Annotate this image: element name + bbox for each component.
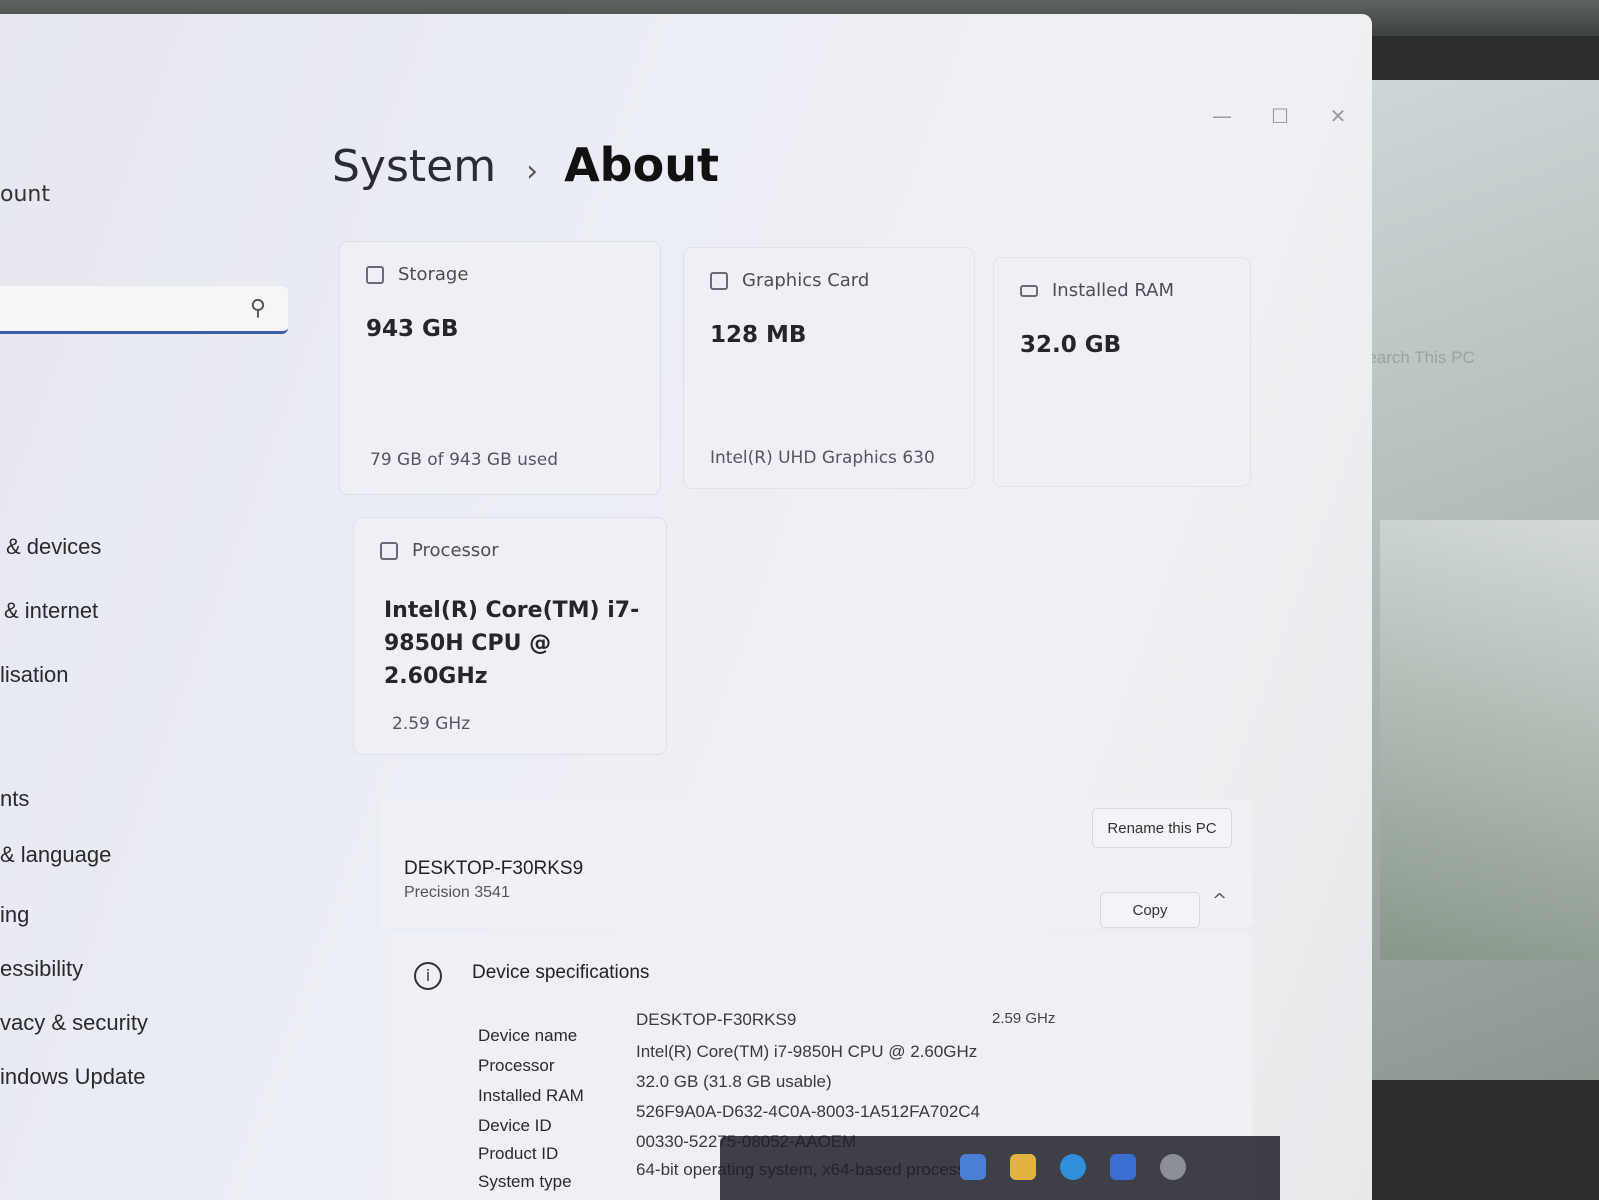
spec-label-installed-ram: Installed RAM xyxy=(478,1086,584,1105)
settings-window: — ☐ ✕ ount ⚲ & devices & internet lisati… xyxy=(0,14,1372,1200)
spec-value-processor: Intel(R) Core(TM) i7-9850H CPU @ 2.60GHz xyxy=(636,1042,978,1061)
desktop-wallpaper xyxy=(1380,520,1599,960)
storage-tile-header: Storage xyxy=(366,264,468,285)
close-button[interactable]: ✕ xyxy=(1318,104,1358,128)
memory-icon xyxy=(1020,284,1038,297)
info-icon: i xyxy=(414,962,442,990)
spec-label-device-name: Device name xyxy=(478,1026,578,1045)
sidebar-item-devices[interactable]: & devices xyxy=(6,534,101,560)
copy-button[interactable]: Copy xyxy=(1100,892,1200,928)
sidebar-item-time-language[interactable]: & language xyxy=(0,842,111,868)
spec-label-processor: Processor xyxy=(478,1056,555,1075)
graphics-model: Intel(R) UHD Graphics 630 xyxy=(710,448,935,468)
graphics-tile: Graphics Card 128 MB Intel(R) UHD Graphi… xyxy=(684,248,974,488)
graphics-value: 128 MB xyxy=(710,322,807,348)
storage-icon xyxy=(366,265,384,284)
minimize-button[interactable]: — xyxy=(1202,104,1242,128)
rename-pc-button[interactable]: Rename this PC xyxy=(1092,808,1232,848)
monitor-icon xyxy=(710,271,728,290)
edge-icon[interactable] xyxy=(1060,1154,1086,1180)
sidebar-item-personalisation[interactable]: lisation xyxy=(0,662,68,688)
device-name: DESKTOP-F30RKS9 xyxy=(404,858,584,879)
storage-usage: 79 GB of 943 GB used xyxy=(370,450,559,470)
ram-tile-header: Installed RAM xyxy=(1020,280,1174,301)
breadcrumb: System › About xyxy=(332,138,719,192)
processor-tile: Processor Intel(R) Core(TM) i7-9850H CPU… xyxy=(354,518,666,754)
taskbar xyxy=(720,1136,1280,1200)
spec-value-installed-ram: 32.0 GB (31.8 GB usable) xyxy=(636,1072,832,1091)
processor-value: Intel(R) Core(TM) i7-9850H CPU @ 2.60GHz xyxy=(384,598,640,689)
sidebar-item-accessibility[interactable]: essibility xyxy=(0,956,83,982)
store-icon[interactable] xyxy=(1110,1154,1136,1180)
sidebar-item-gaming[interactable]: ing xyxy=(0,902,29,928)
ram-tile: Installed RAM 32.0 GB xyxy=(994,258,1250,486)
spec-value-device-id: 526F9A0A-D632-4C0A-8003-1A512FA702C4 xyxy=(636,1102,981,1121)
settings-search-box[interactable]: ⚲ xyxy=(0,286,288,334)
spec-label-device-id: Device ID xyxy=(478,1116,552,1135)
search-input[interactable] xyxy=(0,286,230,330)
page-title: About xyxy=(564,138,719,192)
graphics-label: Graphics Card xyxy=(742,270,870,291)
breadcrumb-system[interactable]: System xyxy=(332,141,496,192)
storage-tile: Storage 943 GB 79 GB of 943 GB used xyxy=(340,242,660,494)
device-model: Precision 3541 xyxy=(404,884,510,901)
maximize-button[interactable]: ☐ xyxy=(1260,104,1300,128)
sidebar-item-network[interactable]: & internet xyxy=(4,598,98,624)
cpu-icon xyxy=(380,541,398,560)
chevron-right-icon: › xyxy=(526,154,539,189)
sidebar-item-accounts[interactable]: nts xyxy=(0,786,29,812)
graphics-tile-header: Graphics Card xyxy=(710,270,869,291)
chrome-icon[interactable] xyxy=(960,1154,986,1180)
sidebar-item-windows-update[interactable]: indows Update xyxy=(0,1064,146,1090)
spec-value-device-name: DESKTOP-F30RKS9 xyxy=(636,1010,797,1029)
search-icon[interactable]: ⚲ xyxy=(250,296,266,321)
processor-label: Processor xyxy=(412,540,499,561)
explorer-search-placeholder[interactable]: Search This PC xyxy=(1350,342,1590,376)
ram-label: Installed RAM xyxy=(1052,280,1175,301)
storage-value: 943 GB xyxy=(366,316,459,342)
sidebar: ount ⚲ & devices & internet lisation nts… xyxy=(0,14,300,1200)
file-explorer-icon[interactable] xyxy=(1010,1154,1036,1180)
chevron-up-icon[interactable]: ^ xyxy=(1212,890,1227,911)
processor-tile-header: Processor xyxy=(380,540,499,561)
sidebar-item-privacy-security[interactable]: vacy & security xyxy=(0,1010,148,1036)
storage-label: Storage xyxy=(398,264,469,285)
spec-label-system-type: System type xyxy=(478,1172,572,1191)
ram-value: 32.0 GB xyxy=(1020,332,1122,358)
settings-gear-icon[interactable] xyxy=(1160,1154,1186,1180)
processor-speed: 2.59 GHz xyxy=(392,714,471,734)
spec-value-processor-speed: 2.59 GHz xyxy=(992,1010,1056,1027)
spec-label-product-id: Product ID xyxy=(478,1144,559,1163)
specs-title[interactable]: Device specifications xyxy=(472,962,649,984)
account-label[interactable]: ount xyxy=(0,182,50,207)
device-name-panel: DESKTOP-F30RKS9 Precision 3541 Rename th… xyxy=(380,800,1252,928)
